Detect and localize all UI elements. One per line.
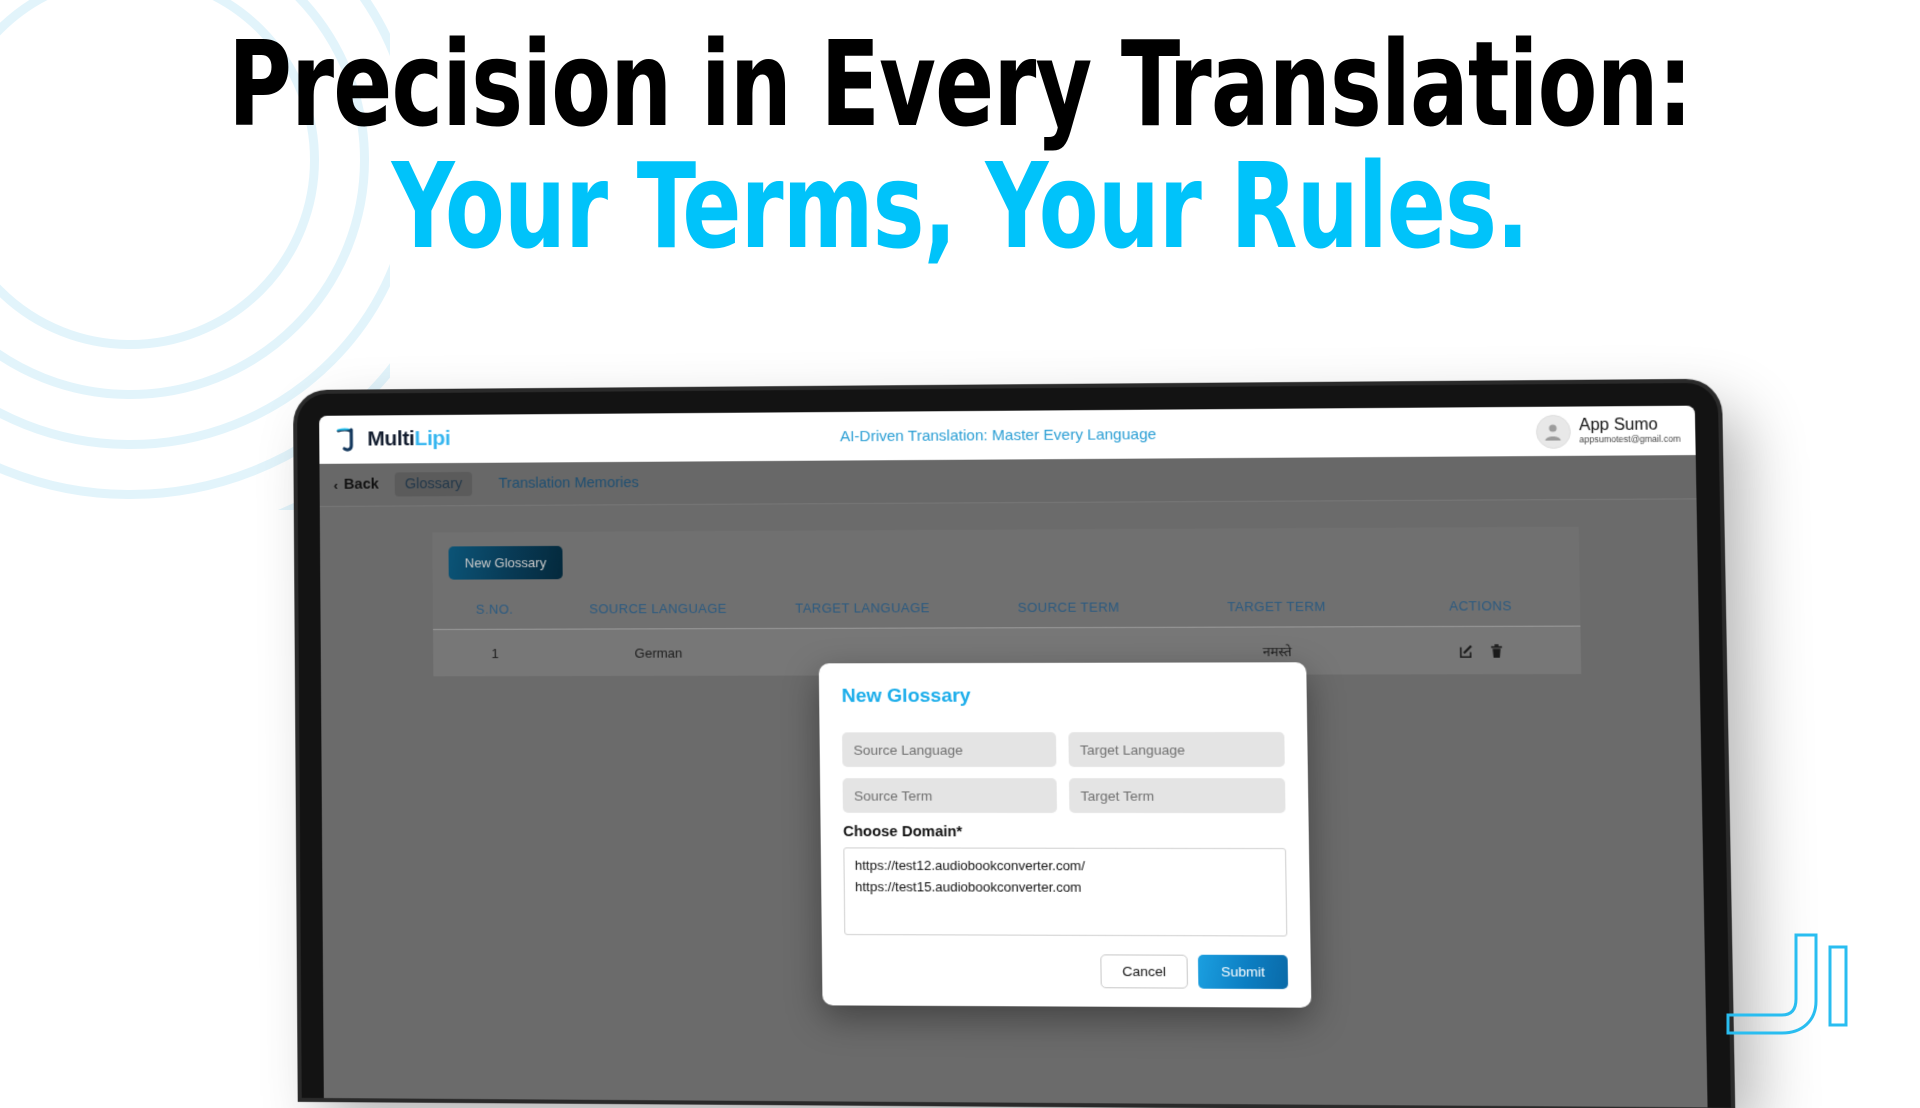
modal-field-row-1 [842, 732, 1285, 767]
new-glossary-modal: New Glossary Choose Domain* https://test… [819, 662, 1312, 1007]
choose-domain-label: Choose Domain* [843, 824, 1286, 841]
source-language-input[interactable] [842, 732, 1056, 767]
corner-brand-mark [1718, 929, 1868, 1054]
domain-list-item[interactable]: https://test15.audiobookconverter.com [845, 876, 1286, 899]
hero-headline-line-1: Precision in Every Translation: [173, 28, 1747, 140]
modal-field-row-2 [843, 778, 1286, 813]
modal-overlay: New Glossary Choose Domain* https://test… [319, 406, 1707, 1108]
cancel-button[interactable]: Cancel [1100, 954, 1188, 988]
hero-headline-line-2: Your Terms, Your Rules. [173, 150, 1747, 262]
domain-list-item[interactable]: https://test12.audiobookconverter.com/ [844, 855, 1285, 877]
tablet-button-3 [297, 916, 300, 968]
modal-title: New Glossary [842, 685, 1284, 708]
tablet-button-4 [297, 985, 300, 1038]
domain-list[interactable]: https://test12.audiobookconverter.com/ h… [843, 847, 1287, 936]
modal-actions: Cancel Submit [845, 953, 1289, 989]
user-profile-email: appsumotest@gmail.com [1579, 434, 1680, 445]
source-term-input[interactable] [843, 778, 1057, 813]
submit-button[interactable]: Submit [1198, 955, 1288, 989]
user-profile[interactable]: App Sumo appsumotest@gmail.com [1536, 413, 1681, 448]
user-profile-name: App Sumo [1579, 417, 1681, 435]
tablet-screen: MultiLipi AI-Driven Translation: Master … [319, 406, 1707, 1108]
hero-headline: Precision in Every Translation: Your Ter… [0, 28, 1920, 262]
tablet-device-mockup: MultiLipi AI-Driven Translation: Master … [297, 383, 1731, 1108]
tablet-top-edge [357, 383, 609, 392]
target-term-input[interactable] [1069, 778, 1286, 813]
user-avatar-icon [1536, 414, 1571, 448]
target-language-input[interactable] [1068, 732, 1284, 767]
tablet-button-2 [297, 866, 299, 884]
